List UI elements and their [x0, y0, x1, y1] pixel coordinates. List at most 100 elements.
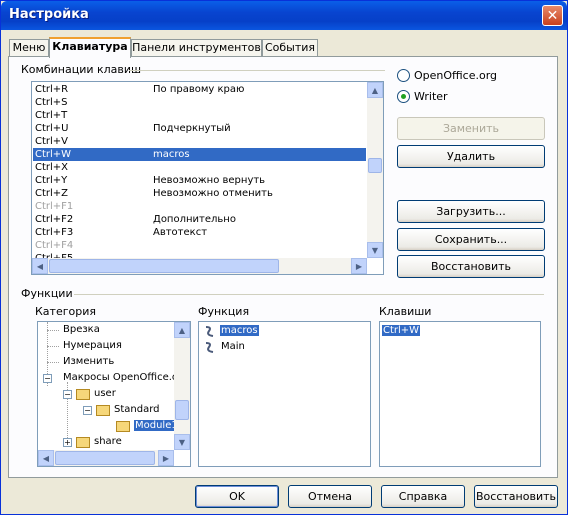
scroll-up-icon[interactable]: ▲ [174, 322, 190, 338]
shortcut-row[interactable]: Ctrl+Z Невозможно отменить [33, 187, 366, 200]
shortcut-key: Ctrl+X [35, 162, 69, 173]
function-list[interactable]: macros Main [198, 321, 371, 467]
shortcut-function: Подчеркнутый [153, 123, 231, 134]
replace-button[interactable]: Заменить [397, 117, 545, 140]
collapse-icon[interactable]: − [63, 390, 72, 399]
hscroll-thumb[interactable] [55, 451, 155, 465]
expand-icon[interactable]: + [63, 438, 72, 447]
scroll-down-icon[interactable]: ▼ [174, 434, 190, 450]
tree-item-share[interactable]: share [94, 434, 122, 450]
shortcut-row[interactable]: Ctrl+S [33, 96, 366, 109]
function-label: Функция [198, 305, 250, 318]
tree-line [47, 362, 59, 363]
shortcut-row[interactable]: Ctrl+U Подчеркнутый [33, 122, 366, 135]
shortcut-function: macros [153, 149, 190, 160]
tree-item-user[interactable]: user [94, 386, 116, 402]
collapse-icon[interactable]: − [43, 374, 52, 383]
radio-writer-label: Writer [414, 90, 448, 103]
close-icon: ✕ [546, 7, 559, 24]
shortcut-key: Ctrl+V [35, 136, 69, 147]
shortcut-keys-header: Комбинации клавиш [21, 63, 142, 76]
shortcut-row[interactable]: Ctrl+X [33, 161, 366, 174]
module-icon [116, 421, 130, 432]
macro-icon [205, 326, 214, 337]
title-bar: Настройка ✕ [1, 1, 567, 30]
radio-openoffice[interactable] [397, 69, 410, 82]
scroll-left-icon[interactable]: ◀ [38, 450, 54, 466]
shortcut-row[interactable]: Ctrl+F4 [33, 239, 366, 252]
function-item-macros[interactable]: macros [220, 323, 259, 339]
category-vscroll[interactable]: ▲ ▼ [174, 322, 190, 450]
keys-list[interactable]: Ctrl+W [379, 321, 541, 467]
shortcut-key: Ctrl+U [35, 123, 69, 134]
shortcut-list-hscroll[interactable]: ◀ ▶ [32, 258, 367, 274]
tab-menu[interactable]: Меню [9, 39, 49, 57]
divider [74, 294, 544, 295]
tree-item-vrezka[interactable]: Врезка [63, 322, 100, 338]
shortcut-key: Ctrl+F4 [35, 240, 74, 251]
delete-button[interactable]: Удалить [397, 145, 545, 168]
divider [129, 70, 385, 71]
shortcut-function: Невозможно вернуть [153, 175, 266, 186]
shortcut-key: Ctrl+F1 [35, 201, 74, 212]
key-item[interactable]: Ctrl+W [382, 323, 421, 339]
tree-item-numbering[interactable]: Нумерация [63, 338, 122, 354]
hscroll-thumb[interactable] [49, 259, 279, 273]
help-button[interactable]: Справка [381, 485, 465, 508]
radio-writer[interactable] [397, 90, 410, 103]
shortcut-row[interactable]: Ctrl+F2 Дополнительно [33, 213, 366, 226]
shortcut-function: По правому краю [153, 84, 245, 95]
save-button[interactable]: Сохранить... [397, 228, 545, 251]
folder-icon [96, 405, 110, 416]
tree-item-module1[interactable]: Module1 [134, 418, 179, 434]
scroll-thumb[interactable] [368, 158, 382, 173]
scroll-thumb[interactable] [175, 400, 189, 420]
shortcut-key: Ctrl+S [35, 97, 68, 108]
tree-item-edit[interactable]: Изменить [63, 354, 114, 370]
keys-label: Клавиши [379, 305, 432, 318]
shortcut-key: Ctrl+Z [35, 188, 69, 199]
tree-item-oo-macros[interactable]: Макросы OpenOffice.or [63, 370, 182, 386]
shortcut-function: Автотекст [153, 227, 208, 238]
reset-button[interactable]: Восстановить [474, 485, 558, 508]
tab-toolbars[interactable]: Панели инструментов [131, 39, 262, 57]
shortcut-row[interactable]: Ctrl+R По правому краю [33, 83, 366, 96]
scroll-up-icon[interactable]: ▲ [367, 82, 383, 98]
collapse-icon[interactable]: − [83, 406, 92, 415]
shortcut-row[interactable]: Ctrl+W macros [33, 148, 366, 161]
scroll-right-icon[interactable]: ▶ [158, 450, 174, 466]
tree-line [47, 330, 59, 331]
shortcut-row[interactable]: Ctrl+F3 Автотекст [33, 226, 366, 239]
category-tree[interactable]: Врезка Нумерация Изменить − Макросы Open… [37, 321, 191, 467]
ok-button[interactable]: OK [195, 485, 279, 508]
shortcut-row[interactable]: Ctrl+T [33, 109, 366, 122]
shortcut-row[interactable]: Ctrl+Y Невозможно вернуть [33, 174, 366, 187]
function-item-main[interactable]: Main [221, 339, 245, 355]
shortcut-key: Ctrl+W [35, 149, 72, 160]
shortcut-row[interactable]: Ctrl+F1 [33, 200, 366, 213]
radio-selected-dot [401, 94, 406, 99]
keyboard-panel: Комбинации клавиш Ctrl+R По правому краю C… [8, 56, 558, 478]
load-button[interactable]: Загрузить... [397, 200, 545, 223]
shortcut-key: Ctrl+Y [35, 175, 68, 186]
cancel-button[interactable]: Отмена [288, 485, 372, 508]
category-hscroll[interactable]: ◀ ▶ [38, 450, 174, 466]
shortcut-key: Ctrl+F2 [35, 214, 74, 225]
tab-events[interactable]: События [262, 39, 318, 57]
tab-keyboard[interactable]: Клавиатура [49, 37, 131, 58]
shortcut-key: Ctrl+T [35, 110, 68, 121]
close-button[interactable]: ✕ [542, 5, 563, 26]
shortcut-list-vscroll[interactable]: ▲ ▼ [367, 82, 383, 258]
tree-item-standard[interactable]: Standard [114, 402, 160, 418]
shortcut-list[interactable]: Ctrl+R По правому краю Ctrl+S Ctrl+T Ctrl+U П… [31, 81, 384, 275]
shortcut-row[interactable]: Ctrl+V [33, 135, 366, 148]
shortcut-function: Дополнительно [153, 214, 236, 225]
folder-icon [76, 389, 90, 400]
shortcut-function: Невозможно отменить [153, 188, 273, 199]
macro-icon [205, 342, 214, 353]
scroll-right-icon[interactable]: ▶ [351, 258, 367, 274]
reset-keys-button[interactable]: Восстановить [397, 255, 545, 278]
tree-line [47, 346, 59, 347]
scroll-left-icon[interactable]: ◀ [32, 258, 48, 274]
scroll-down-icon[interactable]: ▼ [367, 242, 383, 258]
